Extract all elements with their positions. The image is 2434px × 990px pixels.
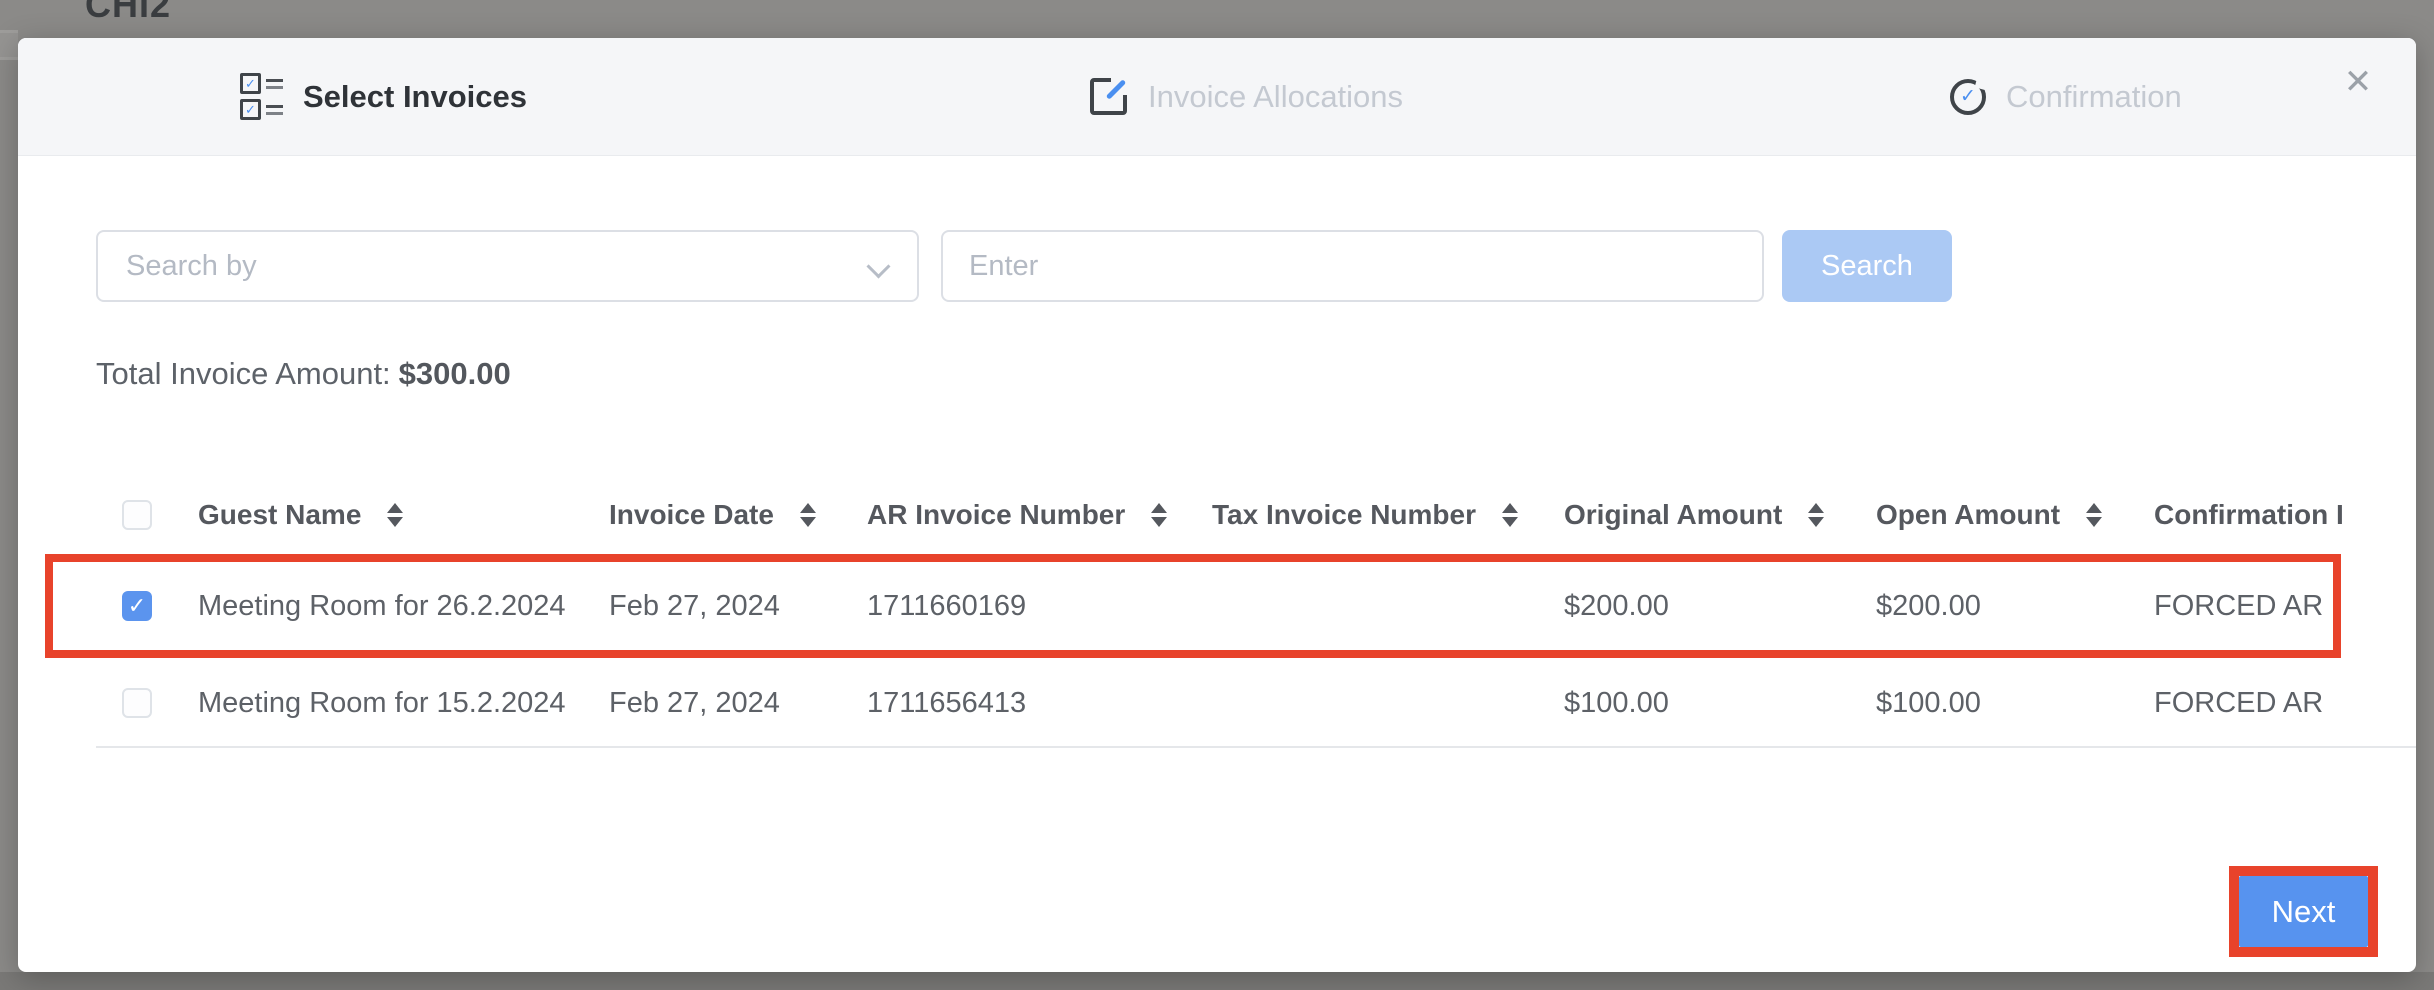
sort-icon	[1151, 503, 1167, 527]
column-header-confirmation[interactable]: Confirmation I	[2146, 499, 2416, 531]
table-header-row: Guest Name Invoice Date AR Invoice Numbe…	[96, 494, 2416, 536]
step-select-invoices[interactable]: ✓ ✓ Select Invoices	[240, 38, 527, 155]
cell-guest-name: Meeting Room for 26.2.2024	[186, 590, 601, 623]
cell-guest-name: Meeting Room for 15.2.2024	[186, 687, 601, 720]
total-invoice-amount: Total Invoice Amount:$300.00	[96, 356, 511, 392]
sort-icon	[387, 503, 403, 527]
step-label: Select Invoices	[303, 79, 527, 115]
select-all-checkbox[interactable]	[122, 500, 152, 530]
cell-invoice-date: Feb 27, 2024	[601, 687, 859, 720]
cell-original-amount: $200.00	[1556, 590, 1868, 623]
select-invoices-modal: ✓ ✓ Select Invoices Invoice Allocations …	[18, 38, 2416, 972]
search-by-dropdown[interactable]: Search by	[96, 230, 919, 302]
column-header-tax-invoice-number[interactable]: Tax Invoice Number	[1204, 499, 1556, 531]
row-checkbox[interactable]	[122, 688, 152, 718]
total-label: Total Invoice Amount:	[96, 356, 391, 391]
column-header-open-amount[interactable]: Open Amount	[1868, 499, 2146, 531]
edit-icon	[1090, 78, 1128, 116]
step-label: Invoice Allocations	[1148, 79, 1403, 115]
dropdown-placeholder: Search by	[126, 250, 257, 283]
cell-confirmation: FORCED AR	[2146, 590, 2416, 623]
checklist-icon: ✓ ✓	[240, 73, 283, 120]
cell-original-amount: $100.00	[1556, 687, 1868, 720]
background-bottom-strip	[0, 972, 2434, 990]
table-row[interactable]: Meeting Room for 15.2.2024 Feb 27, 2024 …	[96, 660, 2416, 748]
chevron-down-icon	[866, 254, 890, 278]
background-row-fragment	[0, 33, 18, 57]
step-invoice-allocations[interactable]: Invoice Allocations	[1090, 38, 1403, 155]
background-page-title: CHI2	[85, 0, 171, 26]
step-label: Confirmation	[2006, 79, 2182, 115]
search-value-input[interactable]	[941, 230, 1764, 302]
close-icon[interactable]: ✕	[2336, 60, 2380, 104]
column-header-invoice-date[interactable]: Invoice Date	[601, 499, 859, 531]
next-button-highlight: Next	[2229, 866, 2378, 957]
row-checkbox-checked[interactable]: ✓	[122, 591, 152, 621]
step-confirmation[interactable]: ✓ Confirmation	[1950, 38, 2182, 155]
next-button[interactable]: Next	[2239, 876, 2368, 947]
cell-confirmation: FORCED AR	[2146, 687, 2416, 720]
sort-icon	[1808, 503, 1824, 527]
cell-open-amount: $100.00	[1868, 687, 2146, 720]
background-divider	[0, 57, 18, 60]
circle-check-icon: ✓	[1950, 79, 1986, 115]
sort-icon	[800, 503, 816, 527]
cell-ar-invoice-number: 1711660169	[859, 590, 1204, 623]
table-row[interactable]: ✓ Meeting Room for 26.2.2024 Feb 27, 202…	[96, 554, 2416, 658]
sort-icon	[1502, 503, 1518, 527]
column-header-ar-invoice-number[interactable]: AR Invoice Number	[859, 499, 1204, 531]
screen: CHI2 ✓ ✓ Select Invoices Invoice Allocat…	[0, 0, 2434, 990]
cell-open-amount: $200.00	[1868, 590, 2146, 623]
total-value: $300.00	[399, 356, 511, 391]
cell-invoice-date: Feb 27, 2024	[601, 590, 859, 623]
column-header-original-amount[interactable]: Original Amount	[1556, 499, 1868, 531]
cell-ar-invoice-number: 1711656413	[859, 687, 1204, 720]
search-button[interactable]: Search	[1782, 230, 1952, 302]
wizard-header: ✓ ✓ Select Invoices Invoice Allocations …	[18, 38, 2416, 156]
column-header-guest-name[interactable]: Guest Name	[186, 499, 601, 531]
sort-icon	[2086, 503, 2102, 527]
